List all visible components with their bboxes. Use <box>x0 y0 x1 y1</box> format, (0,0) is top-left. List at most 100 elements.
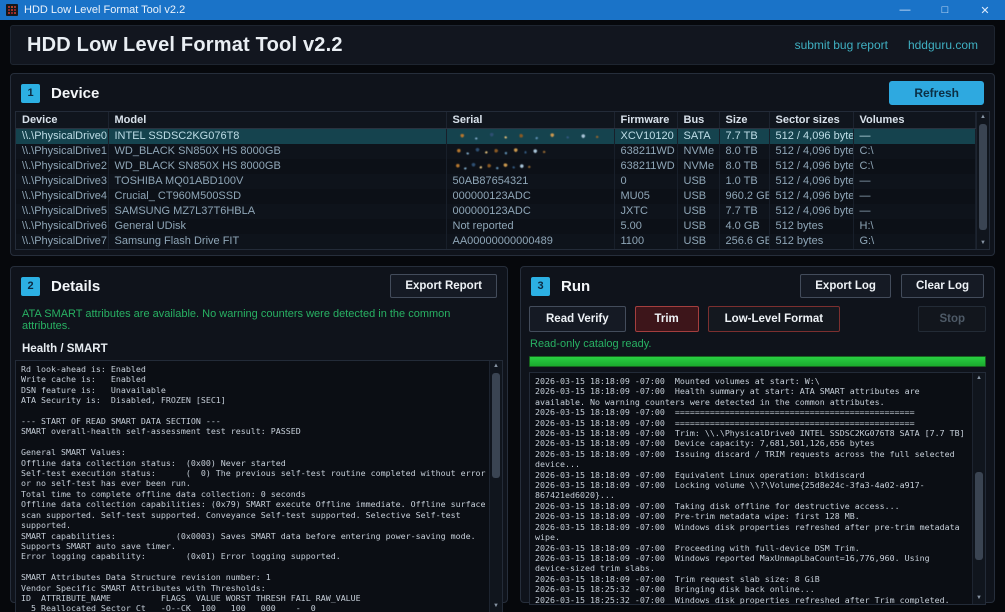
read-verify-button[interactable]: Read Verify <box>529 306 626 332</box>
clear-log-button[interactable]: Clear Log <box>901 274 984 298</box>
model-cell[interactable]: WD_BLACK SN850X HS 8000GB <box>108 144 446 159</box>
model-cell[interactable]: INTEL SSDSC2KG076T8 <box>108 129 446 144</box>
firmware-cell[interactable]: 0 <box>614 174 677 189</box>
serial-cell[interactable] <box>446 144 614 159</box>
bus-cell[interactable]: NVMe <box>677 144 719 159</box>
volumes-cell[interactable]: — <box>853 129 976 144</box>
volumes-cell[interactable]: — <box>853 204 976 219</box>
volumes-cell[interactable]: — <box>853 174 976 189</box>
col-header-sector-sizes[interactable]: Sector sizes <box>769 112 853 129</box>
sector-sizes-cell[interactable]: 512 bytes <box>769 219 853 234</box>
serial-cell[interactable]: Not reported <box>446 219 614 234</box>
table-row[interactable]: \\.\PhysicalDrive5SAMSUNG MZ7L37T6HBLA00… <box>16 204 976 219</box>
bus-cell[interactable]: USB <box>677 174 719 189</box>
sector-sizes-cell[interactable]: 512 / 4,096 bytes <box>769 189 853 204</box>
bus-cell[interactable]: USB <box>677 234 719 249</box>
low-level-format-button[interactable]: Low-Level Format <box>708 306 840 332</box>
refresh-button[interactable]: Refresh <box>889 81 984 105</box>
maximize-button[interactable]: □ <box>925 0 965 20</box>
serial-cell[interactable]: AA00000000000489 <box>446 234 614 249</box>
device-cell[interactable]: \\.\PhysicalDrive1 <box>16 144 108 159</box>
firmware-cell[interactable]: 638211WD <box>614 159 677 174</box>
size-cell[interactable]: 256.6 GB <box>719 234 769 249</box>
sector-sizes-cell[interactable]: 512 / 4,096 bytes <box>769 144 853 159</box>
serial-cell[interactable]: 50AB87654321 <box>446 174 614 189</box>
firmware-cell[interactable]: 1100 <box>614 234 677 249</box>
device-cell[interactable]: \\.\PhysicalDrive7 <box>16 234 108 249</box>
sector-sizes-cell[interactable]: 512 / 4,096 bytes <box>769 174 853 189</box>
sector-sizes-cell[interactable]: 512 / 4,096 bytes <box>769 204 853 219</box>
device-cell[interactable]: \\.\PhysicalDrive4 <box>16 189 108 204</box>
table-row[interactable]: \\.\PhysicalDrive0INTEL SSDSC2KG076T8 XCV… <box>16 129 976 144</box>
scroll-down-icon[interactable]: ▼ <box>976 593 982 604</box>
firmware-cell[interactable]: 638211WD <box>614 144 677 159</box>
table-row[interactable]: \\.\PhysicalDrive2WD_BLACK SN850X HS 800… <box>16 159 976 174</box>
scroll-down-icon[interactable]: ▼ <box>493 601 499 612</box>
col-header-bus[interactable]: Bus <box>677 112 719 129</box>
size-cell[interactable]: 8.0 TB <box>719 159 769 174</box>
submit-bug-report-link[interactable]: submit bug report <box>795 38 888 52</box>
bus-cell[interactable]: USB <box>677 189 719 204</box>
size-cell[interactable]: 7.7 TB <box>719 129 769 144</box>
bus-cell[interactable]: USB <box>677 204 719 219</box>
col-header-device[interactable]: Device <box>16 112 108 129</box>
sector-sizes-cell[interactable]: 512 / 4,096 bytes <box>769 159 853 174</box>
serial-cell[interactable] <box>446 129 614 144</box>
stop-button[interactable]: Stop <box>918 306 986 332</box>
bus-cell[interactable]: SATA <box>677 129 719 144</box>
firmware-cell[interactable]: 5.00 <box>614 219 677 234</box>
device-cell[interactable]: \\.\PhysicalDrive0 <box>16 129 108 144</box>
device-cell[interactable]: \\.\PhysicalDrive6 <box>16 219 108 234</box>
volumes-cell[interactable]: C:\ <box>853 159 976 174</box>
trim-button[interactable]: Trim <box>635 306 699 332</box>
col-header-model[interactable]: Model <box>108 112 446 129</box>
col-header-volumes[interactable]: Volumes <box>853 112 976 129</box>
col-header-firmware[interactable]: Firmware <box>614 112 677 129</box>
table-row[interactable]: \\.\PhysicalDrive6General UDiskNot repor… <box>16 219 976 234</box>
firmware-cell[interactable]: MU05 <box>614 189 677 204</box>
device-cell[interactable]: \\.\PhysicalDrive2 <box>16 159 108 174</box>
volumes-cell[interactable]: G:\ <box>853 234 976 249</box>
hddguru-link[interactable]: hddguru.com <box>908 38 978 52</box>
device-cell[interactable]: \\.\PhysicalDrive5 <box>16 204 108 219</box>
serial-cell[interactable] <box>446 159 614 174</box>
volumes-cell[interactable]: — <box>853 189 976 204</box>
col-header-serial[interactable]: Serial <box>446 112 614 129</box>
table-row[interactable]: \\.\PhysicalDrive3TOSHIBA MQ01ABD100V50A… <box>16 174 976 189</box>
serial-cell[interactable]: 000000123ADC <box>446 204 614 219</box>
smart-box-scrollbar[interactable]: ▲ ▼ <box>489 361 502 612</box>
model-cell[interactable]: General UDisk <box>108 219 446 234</box>
size-cell[interactable]: 1.0 TB <box>719 174 769 189</box>
model-cell[interactable]: SAMSUNG MZ7L37T6HBLA <box>108 204 446 219</box>
serial-cell[interactable]: 000000123ADC <box>446 189 614 204</box>
table-row[interactable]: \\.\PhysicalDrive1WD_BLACK SN850X HS 800… <box>16 144 976 159</box>
export-report-button[interactable]: Export Report <box>390 274 497 298</box>
minimize-button[interactable]: — <box>885 0 925 20</box>
size-cell[interactable]: 8.0 TB <box>719 144 769 159</box>
col-header-size[interactable]: Size <box>719 112 769 129</box>
sector-sizes-cell[interactable]: 512 / 4,096 bytes <box>769 129 853 144</box>
device-cell[interactable]: \\.\PhysicalDrive3 <box>16 174 108 189</box>
table-row[interactable]: \\.\PhysicalDrive7Samsung Flash Drive FI… <box>16 234 976 249</box>
bus-cell[interactable]: USB <box>677 219 719 234</box>
table-row[interactable]: \\.\PhysicalDrive4Crucial_ CT960M500SSD0… <box>16 189 976 204</box>
bus-cell[interactable]: NVMe <box>677 159 719 174</box>
firmware-cell[interactable]: JXTC <box>614 204 677 219</box>
sector-sizes-cell[interactable]: 512 bytes <box>769 234 853 249</box>
export-log-button[interactable]: Export Log <box>800 274 891 298</box>
size-cell[interactable]: 7.7 TB <box>719 204 769 219</box>
scroll-down-icon[interactable]: ▼ <box>980 238 986 249</box>
device-table-scrollbar[interactable]: ▲ ▼ <box>976 112 989 249</box>
close-button[interactable]: ✕ <box>965 0 1005 20</box>
model-cell[interactable]: TOSHIBA MQ01ABD100V <box>108 174 446 189</box>
size-cell[interactable]: 960.2 GB <box>719 189 769 204</box>
firmware-cell[interactable]: XCV10120 <box>614 129 677 144</box>
scroll-up-icon[interactable]: ▲ <box>976 373 982 384</box>
scroll-up-icon[interactable]: ▲ <box>493 361 499 372</box>
model-cell[interactable]: Samsung Flash Drive FIT <box>108 234 446 249</box>
model-cell[interactable]: Crucial_ CT960M500SSD <box>108 189 446 204</box>
log-box-scrollbar[interactable]: ▲ ▼ <box>972 373 985 604</box>
volumes-cell[interactable]: C:\ <box>853 144 976 159</box>
scroll-up-icon[interactable]: ▲ <box>980 112 986 123</box>
model-cell[interactable]: WD_BLACK SN850X HS 8000GB <box>108 159 446 174</box>
